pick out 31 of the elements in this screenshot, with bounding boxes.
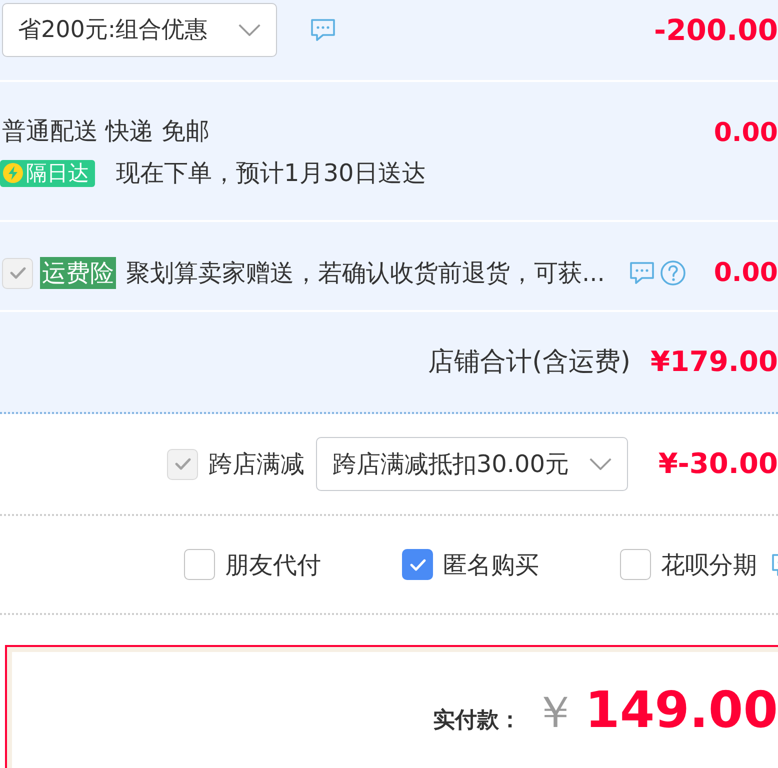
option-label: 匿名购买 [443,550,539,578]
chat-bubble-icon[interactable] [310,17,336,43]
shipping-fee: 0.00 [714,117,778,149]
insurance-fee: 0.00 [714,257,778,289]
checkmark-icon [174,458,191,470]
delivery-estimate: 现在下单，预计1月30日送达 [116,159,426,187]
checkmark-icon [410,558,426,570]
checkmark-icon [10,267,26,279]
checkbox[interactable] [402,549,433,580]
payment-label: 实付款： [433,710,522,732]
discount-dropdown[interactable]: 省200元:组合优惠 [2,3,277,57]
lightning-icon [3,163,23,183]
insurance-description: 聚划算卖家赠送，若确认收货前退货，可获... [126,259,605,287]
option-label: 朋友代付 [225,550,321,578]
help-icon[interactable] [660,260,686,286]
shop-total-amount: ¥179.00 [650,346,778,378]
chevron-down-icon [589,458,612,470]
option-label: 花呗分期 [661,550,757,578]
checkbox[interactable] [184,549,215,580]
currency-symbol: ￥ [533,691,578,735]
chat-bubble-icon[interactable] [628,260,655,286]
insurance-tag: 运费险 [40,257,116,289]
shipping-method: 普通配送 快递 免邮 [2,117,210,145]
checkbox[interactable] [620,549,651,580]
badge-label: 隔日达 [26,161,89,185]
payment-amount: 149.00 [585,685,778,735]
shop-total-label: 店铺合计(含运费) [428,346,630,378]
cross-store-discount-amount: ¥-30.00 [658,448,778,480]
cross-store-label: 跨店满减 [208,450,304,478]
chevron-down-icon [238,24,261,36]
discount-amount: -200.00 [654,14,778,46]
